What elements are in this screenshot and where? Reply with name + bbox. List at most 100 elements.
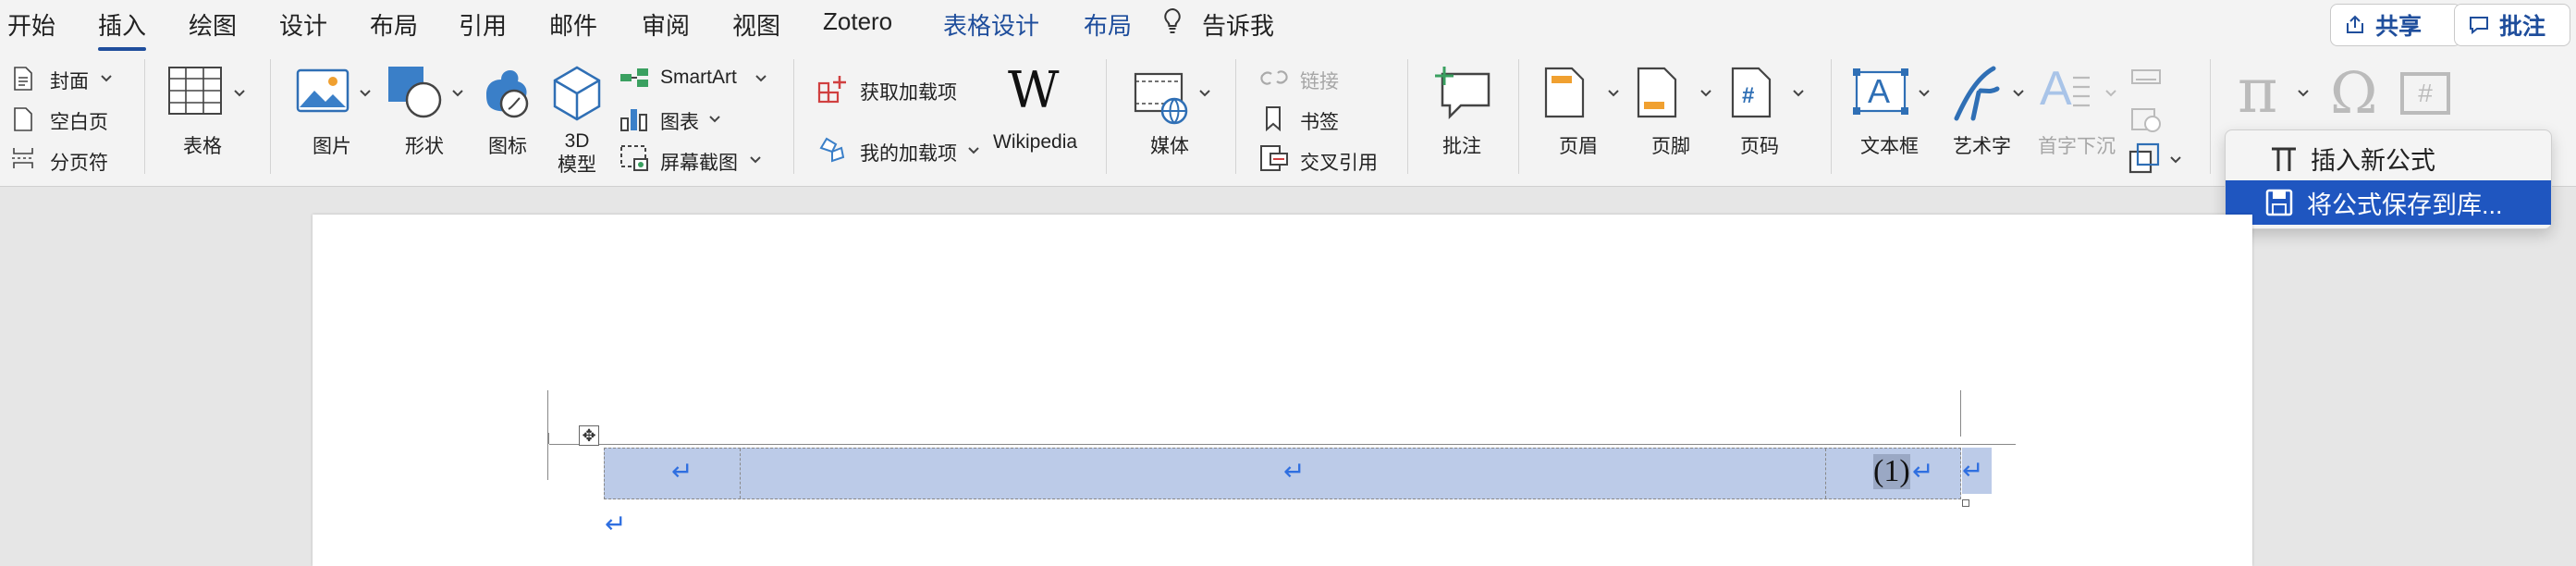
header-icon	[1544, 67, 1585, 118]
page-number-symbol: #	[1742, 83, 1755, 108]
page-break-icon	[12, 148, 34, 168]
share-icon	[2347, 15, 2363, 33]
wordart-button[interactable]: 艺术字	[1953, 131, 2011, 159]
chevron-down-icon[interactable]	[359, 89, 372, 98]
shapes-button[interactable]: 形状	[405, 131, 444, 159]
margin-mark	[547, 443, 548, 480]
textbox-button[interactable]: 文本框	[1860, 131, 1919, 159]
tab-mailings[interactable]: 邮件	[549, 7, 597, 42]
chevron-down-icon[interactable]	[100, 74, 113, 83]
blank-page-button[interactable]: 空白页	[50, 107, 108, 135]
chevron-down-icon[interactable]	[749, 155, 762, 165]
margin-mark	[1960, 444, 2016, 445]
save-equation-to-gallery-item[interactable]: 将公式保存到库...	[2226, 180, 2551, 225]
return-mark: ↵	[1912, 456, 1934, 486]
model3d-button[interactable]: 3D 模型	[555, 129, 599, 178]
tab-bar: 开始 插入 绘图 设计 布局 引用 邮件 审阅 视图 Zotero 表格设计 布…	[0, 0, 2576, 51]
chevron-down-icon[interactable]	[2169, 155, 2182, 165]
get-addins-icon	[817, 76, 846, 104]
return-mark: ↵	[1962, 455, 1984, 486]
my-addins-button[interactable]: 我的加载项	[860, 139, 957, 166]
date-time-icon	[2131, 108, 2161, 132]
tab-layout[interactable]: 布局	[370, 7, 418, 42]
return-mark: ↵	[671, 456, 693, 486]
wikipedia-logo: W	[1008, 61, 1060, 119]
share-button[interactable]: 共享	[2330, 4, 2461, 46]
tab-tell-me[interactable]: 告诉我	[1202, 7, 1274, 42]
comment-top-button[interactable]: 批注	[2454, 4, 2570, 46]
screenshot-button[interactable]: 屏幕截图	[660, 148, 738, 176]
chart-button[interactable]: 图表	[660, 107, 699, 135]
chevron-down-icon[interactable]	[2297, 89, 2310, 98]
divider	[144, 59, 145, 174]
media-icon	[1134, 72, 1188, 125]
tab-insert[interactable]: 插入	[98, 7, 147, 51]
table-button[interactable]: 表格	[183, 131, 222, 159]
number-symbol: #	[2418, 79, 2433, 107]
table-resize-handle[interactable]	[1962, 499, 1969, 507]
chart-icon	[620, 109, 647, 131]
chevron-down-icon[interactable]	[1198, 89, 1211, 98]
media-button[interactable]: 媒体	[1150, 131, 1189, 159]
divider	[2210, 59, 2211, 174]
chevron-down-icon[interactable]	[1699, 89, 1712, 98]
tab-design[interactable]: 设计	[279, 7, 327, 42]
cell-divider	[1825, 449, 1826, 498]
tab-view[interactable]: 视图	[732, 7, 780, 42]
header-button[interactable]: 页眉	[1559, 131, 1598, 159]
pi-icon	[2272, 147, 2296, 171]
tab-home[interactable]: 开始	[7, 7, 55, 42]
equation-icon[interactable]: π	[2238, 55, 2277, 127]
new-comment-button[interactable]: 批注	[1442, 131, 1481, 159]
cover-page-icon	[14, 67, 32, 91]
tab-draw[interactable]: 绘图	[189, 7, 237, 42]
model3d-label-line1: 3D	[564, 130, 590, 152]
equation-menu: 插入新公式 将公式保存到库...	[2225, 129, 2552, 229]
insert-new-equation-item[interactable]: 插入新公式	[2229, 136, 2547, 180]
chevron-down-icon[interactable]	[2104, 89, 2117, 98]
bookmark-button[interactable]: 书签	[1300, 107, 1339, 135]
cover-page-button[interactable]: 封面	[50, 67, 89, 94]
document-page[interactable]: ✥ ↵ ↵ (1) ↵ ↵ ↵	[313, 215, 2252, 566]
chevron-down-icon[interactable]	[754, 74, 767, 83]
icons-button[interactable]: 图标	[488, 131, 527, 159]
chevron-down-icon[interactable]	[1918, 89, 1931, 98]
link-button[interactable]: 链接	[1300, 67, 1339, 94]
number-icon[interactable]: #	[2400, 72, 2450, 115]
chevron-down-icon[interactable]	[233, 89, 246, 98]
chevron-down-icon[interactable]	[1792, 89, 1805, 98]
tab-table-design[interactable]: 表格设计	[943, 7, 1039, 42]
wikipedia-button[interactable]: Wikipedia	[993, 131, 1077, 154]
return-mark: ↵	[605, 509, 627, 539]
footer-button[interactable]: 页脚	[1651, 131, 1690, 159]
chevron-down-icon[interactable]	[451, 89, 464, 98]
link-icon	[1260, 70, 1288, 85]
divider	[1407, 59, 1408, 174]
table-move-handle[interactable]: ✥	[579, 425, 599, 446]
chevron-down-icon[interactable]	[708, 115, 721, 124]
dropcap-button[interactable]: 首字下沉	[2038, 131, 2116, 159]
divider	[1106, 59, 1107, 174]
tab-zotero[interactable]: Zotero	[823, 7, 892, 36]
margin-mark	[1960, 390, 1961, 437]
chevron-down-icon[interactable]	[1607, 89, 1620, 98]
return-mark: ↵	[1283, 456, 1306, 486]
smartart-button[interactable]: SmartArt	[660, 67, 737, 89]
equation-number[interactable]: (1)	[1873, 454, 1910, 489]
my-addins-icon	[819, 137, 845, 163]
table-top-border	[549, 444, 1960, 445]
page-break-button[interactable]: 分页符	[50, 148, 108, 176]
tab-review[interactable]: 审阅	[642, 7, 690, 42]
margin-mark	[547, 390, 548, 433]
tab-references[interactable]: 引用	[459, 7, 507, 42]
page-number-button[interactable]: 页码	[1740, 131, 1779, 159]
tab-table-layout[interactable]: 布局	[1084, 7, 1132, 42]
table-row[interactable]: ↵ ↵ (1) ↵	[604, 448, 1961, 499]
chevron-down-icon[interactable]	[2012, 89, 2025, 98]
get-addins-button[interactable]: 获取加载项	[860, 78, 957, 105]
omega-icon[interactable]: Ω	[2330, 59, 2377, 127]
cross-reference-button[interactable]: 交叉引用	[1300, 148, 1378, 176]
chevron-down-icon[interactable]	[967, 146, 980, 155]
smartart-icon	[620, 68, 648, 87]
picture-button[interactable]: 图片	[313, 131, 351, 159]
